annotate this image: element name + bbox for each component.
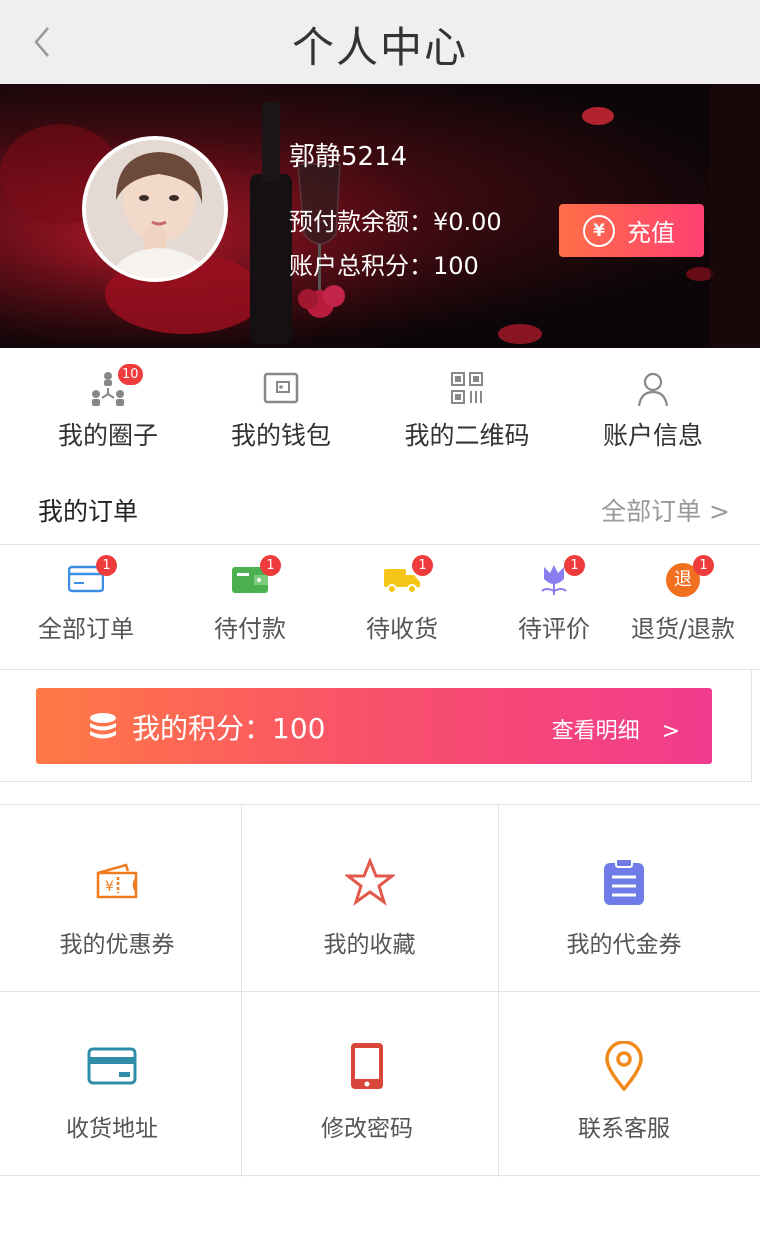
location-pin-icon — [599, 1040, 649, 1092]
quick-label: 我的圈子 — [57, 421, 158, 450]
orders-title: 我的订单 — [38, 497, 139, 526]
coupon-icon: ¥ — [92, 857, 142, 907]
wallet-pay-icon: 1 — [232, 555, 281, 595]
quick-actions: 10 我的圈子 我的钱包 我的二维码 账户信息 — [0, 348, 760, 468]
order-label: 待付款 — [214, 615, 286, 643]
refund-icon: 退 1 — [665, 555, 714, 597]
recharge-button[interactable]: ¥ 充值 — [559, 204, 704, 257]
flower-icon: 1 — [536, 555, 585, 595]
quick-badge: 10 — [118, 364, 143, 385]
username: 郭静5214 — [289, 142, 408, 172]
avatar[interactable] — [82, 136, 228, 282]
grid-label: 我的收藏 — [323, 932, 416, 958]
quick-my-qrcode[interactable]: 我的二维码 — [400, 368, 534, 452]
profile-banner: 郭静5214 预付款余额：¥0.00 账户总积分：100 ¥ 充值 — [0, 84, 760, 348]
card-icon: 1 — [67, 555, 117, 595]
grid-label: 我的代金券 — [566, 932, 682, 958]
order-label: 全部订单 — [38, 615, 134, 643]
page-title: 个人中心 — [291, 23, 468, 72]
all-orders-link[interactable]: 全部订单 > — [601, 492, 730, 528]
order-badge: 1 — [564, 555, 585, 576]
order-badge: 1 — [412, 555, 433, 576]
quick-label: 账户信息 — [602, 421, 703, 450]
recharge-label: 充值 — [627, 219, 675, 247]
svg-text:¥: ¥ — [105, 879, 114, 895]
order-pending-receipt[interactable]: 1 待收货 — [362, 555, 442, 644]
quick-label: 我的钱包 — [230, 421, 331, 450]
order-pending-review[interactable]: 1 待评价 — [514, 555, 594, 644]
clipboard-icon — [599, 857, 649, 907]
balance-text: 预付款余额：¥0.00 — [289, 208, 502, 236]
order-badge: 1 — [693, 555, 714, 576]
circle-network-icon: 10 — [88, 364, 143, 408]
quick-label: 我的二维码 — [404, 421, 530, 450]
order-label: 退货/退款 — [630, 615, 736, 643]
points-detail-link[interactable]: 查看明细 > — [552, 713, 680, 745]
phone-icon — [342, 1041, 392, 1091]
truck-icon: 1 — [384, 555, 433, 595]
grid-my-favorites[interactable]: 我的收藏 — [241, 856, 498, 959]
feature-grid: ¥ 我的优惠券 我的收藏 我的代金券 收货地址 修改密码 联系客服 — [0, 804, 760, 1177]
order-status-row: 1 全部订单 1 待付款 1 待收货 1 待评价 退 1 退货/退款 — [0, 545, 760, 670]
grid-label: 修改密码 — [321, 1116, 413, 1142]
orders-header: 我的订单 全部订单 > — [0, 468, 760, 545]
grid-label: 联系客服 — [578, 1116, 670, 1142]
grid-change-password[interactable]: 修改密码 — [241, 1041, 493, 1143]
order-label: 待收货 — [366, 615, 438, 643]
order-pending-payment[interactable]: 1 待付款 — [210, 555, 290, 644]
points-bar[interactable]: 我的积分：100 查看明细 > — [36, 688, 712, 764]
total-points-text: 账户总积分：100 — [289, 252, 479, 280]
grid-my-coupons[interactable]: ¥ 我的优惠券 — [0, 857, 234, 959]
points-label: 我的积分：100 — [132, 712, 326, 745]
grid-divider — [0, 991, 760, 992]
quick-my-circle[interactable]: 10 我的圈子 — [56, 364, 160, 452]
quick-my-wallet[interactable]: 我的钱包 — [228, 368, 334, 452]
grid-label: 我的优惠券 — [59, 932, 175, 958]
yuan-icon: ¥ — [583, 214, 615, 247]
order-all[interactable]: 1 全部订单 — [36, 555, 136, 644]
qrcode-icon — [447, 368, 487, 408]
points-section: 我的积分：100 查看明细 > — [0, 670, 752, 782]
order-badge: 1 — [260, 555, 281, 576]
order-badge: 1 — [96, 555, 117, 576]
order-refund[interactable]: 退 1 退货/退款 — [628, 555, 738, 644]
user-icon — [633, 368, 673, 408]
wallet-icon — [261, 368, 301, 408]
star-icon — [343, 856, 396, 907]
top-bar: 个人中心 — [0, 0, 760, 84]
coins-stack-icon — [88, 711, 118, 741]
quick-account-info[interactable]: 账户信息 — [600, 368, 706, 452]
address-card-icon — [87, 1041, 137, 1091]
grid-my-vouchers[interactable]: 我的代金券 — [498, 857, 750, 959]
order-label: 待评价 — [518, 615, 590, 643]
grid-label: 收货地址 — [66, 1116, 158, 1142]
grid-shipping-address[interactable]: 收货地址 — [0, 1041, 224, 1143]
grid-contact-service[interactable]: 联系客服 — [498, 1040, 750, 1143]
